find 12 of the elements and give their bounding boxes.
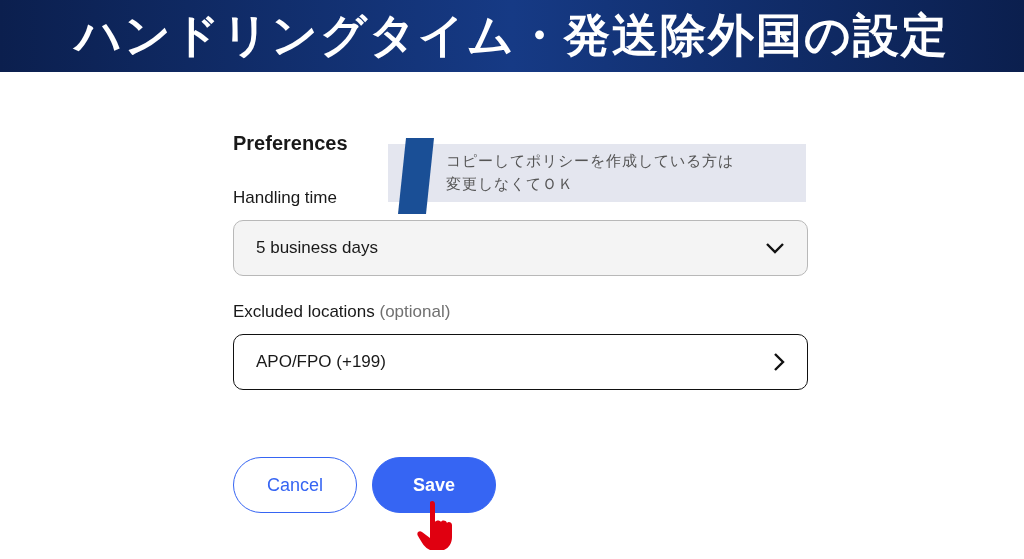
chevron-down-icon (765, 242, 785, 254)
ribbon-icon (398, 138, 434, 214)
handling-time-dropdown[interactable]: 5 business days (233, 220, 808, 276)
field-label: Excluded locations (optional) (233, 302, 452, 322)
field-label: Handling time (233, 188, 338, 208)
note-text: コピーしてポリシーを作成している方は 変更しなくてＯＫ (446, 151, 734, 195)
chevron-right-icon (773, 352, 785, 372)
cancel-button[interactable]: Cancel (233, 457, 357, 513)
banner-title: ハンドリングタイム・発送除外国の設定 (75, 7, 949, 64)
section-heading: Preferences (233, 132, 349, 155)
save-button[interactable]: Save (372, 457, 496, 513)
excluded-locations-field[interactable]: APO/FPO (+199) (233, 334, 808, 390)
